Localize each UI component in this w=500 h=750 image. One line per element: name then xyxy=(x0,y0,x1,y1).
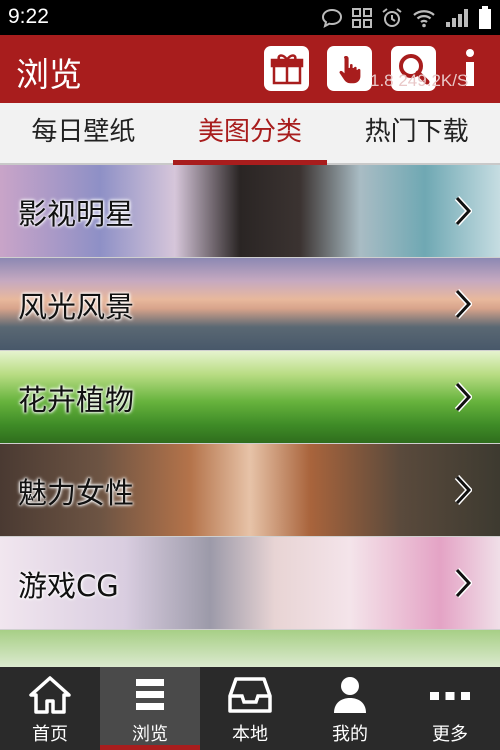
category-item-partial[interactable] xyxy=(0,630,500,667)
chevron-right-icon xyxy=(454,474,472,506)
category-label: 风光风景 xyxy=(18,290,135,324)
category-label: 花卉植物 xyxy=(18,383,135,417)
signal-icon xyxy=(446,9,468,27)
person-icon xyxy=(334,677,366,713)
chevron-right-icon xyxy=(454,195,472,227)
chevron-right-icon xyxy=(454,567,472,599)
nav-label: 浏览 xyxy=(132,724,168,745)
chat-icon xyxy=(321,8,343,28)
category-item-flowers-plants[interactable]: 花卉植物 xyxy=(0,351,500,444)
nav-label: 本地 xyxy=(232,724,268,745)
home-icon xyxy=(29,676,71,714)
nav-label: 首页 xyxy=(32,724,68,745)
hand-button[interactable] xyxy=(327,46,372,91)
tab-categories[interactable]: 美图分类 xyxy=(167,103,334,165)
grid-icon xyxy=(352,8,372,28)
chevron-right-icon xyxy=(454,381,472,413)
category-label: 魅力女性 xyxy=(18,476,135,510)
nav-more[interactable]: 更多 xyxy=(400,667,500,750)
app-header: 浏览 1.8 249.2K/S xyxy=(0,35,500,103)
tray-icon xyxy=(228,677,272,713)
nav-label: 更多 xyxy=(432,724,468,745)
category-item-scenery[interactable]: 风光风景 xyxy=(0,258,500,351)
category-item-movie-stars[interactable]: 影视明星 xyxy=(0,165,500,258)
category-label: 影视明星 xyxy=(18,197,135,231)
tab-hot-downloads[interactable]: 热门下载 xyxy=(333,103,500,163)
nav-home[interactable]: 首页 xyxy=(0,667,100,750)
bottom-nav: 首页 浏览 本地 我的 更多 xyxy=(0,667,500,750)
wifi-icon xyxy=(413,10,435,28)
battery-icon xyxy=(479,6,491,29)
chevron-right-icon xyxy=(454,288,472,320)
nav-local[interactable]: 本地 xyxy=(200,667,300,750)
category-item-charming-women[interactable]: 魅力女性 xyxy=(0,444,500,537)
hand-pointer-icon xyxy=(339,55,360,83)
more-horizontal-icon xyxy=(430,692,470,700)
nav-label: 我的 xyxy=(332,724,368,745)
list-icon xyxy=(136,679,164,710)
nav-mine[interactable]: 我的 xyxy=(300,667,400,750)
category-banner-image xyxy=(0,630,500,667)
page-title: 浏览 xyxy=(16,55,82,94)
category-item-game-cg[interactable]: 游戏CG xyxy=(0,537,500,630)
category-label: 游戏CG xyxy=(18,569,119,603)
tab-daily-wallpaper[interactable]: 每日壁纸 xyxy=(0,103,167,163)
category-list: 影视明星 风光风景 花卉植物 魅力女性 游戏CG xyxy=(0,165,500,667)
nav-browse[interactable]: 浏览 xyxy=(100,667,200,750)
alarm-icon xyxy=(382,8,402,27)
status-icons xyxy=(321,6,492,30)
network-speed: 1.8 249.2K/S xyxy=(370,71,469,90)
status-bar: 9:22 xyxy=(0,0,500,35)
gift-icon xyxy=(270,53,303,84)
gift-button[interactable] xyxy=(264,46,309,91)
tab-bar: 每日壁纸 美图分类 热门下载 xyxy=(0,103,500,165)
status-time: 9:22 xyxy=(8,5,49,28)
